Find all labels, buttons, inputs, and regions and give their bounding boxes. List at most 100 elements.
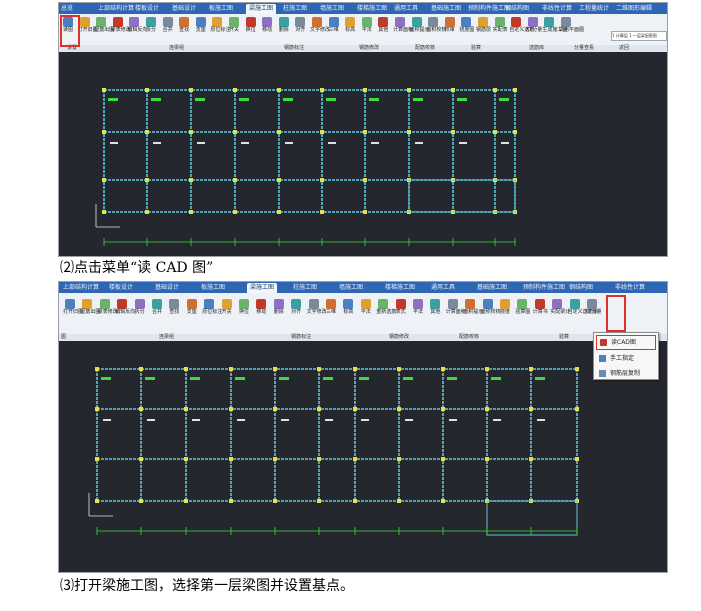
ribbon-tab[interactable]: 基础施工图 — [477, 283, 507, 293]
ribbon-tab[interactable]: 非线性计算 — [542, 4, 572, 14]
ribbon-button[interactable]: 面积提示 — [463, 299, 483, 315]
ribbon-tab[interactable]: 上部结构计算 — [98, 4, 134, 14]
ribbon-button[interactable]: 梁表修改 — [98, 299, 118, 315]
ribbon-tab[interactable]: 钢结构图 — [569, 283, 593, 293]
ribbon-button[interactable]: 其他 — [376, 17, 390, 33]
ribbon-button[interactable]: 面积校核 — [426, 17, 446, 33]
ribbon-tab[interactable]: 工程量统计 — [579, 4, 609, 14]
ribbon-tab[interactable]: 通用工具 — [431, 283, 455, 293]
ribbon-tab[interactable]: 预制构件施工图 — [523, 283, 565, 293]
ribbon-button[interactable]: 计算书 — [533, 299, 548, 315]
ribbon-button[interactable]: 验算图 — [515, 299, 530, 315]
ribbon-button[interactable]: 开关 — [227, 17, 241, 33]
ribbon-button[interactable]: 校审 — [443, 17, 457, 33]
drawing-canvas[interactable] — [59, 341, 667, 572]
ribbon-tab[interactable]: 墙施工图 — [339, 283, 363, 293]
ribbon-button[interactable]: 查找 — [177, 17, 191, 33]
ribbon-button[interactable]: 原位标注 — [202, 299, 222, 315]
ribbon-tab[interactable]: 上部结构计算 — [63, 283, 99, 293]
ribbon-button[interactable]: 合并 — [161, 17, 175, 33]
ribbon-button[interactable]: 原位标注 — [210, 17, 230, 33]
ribbon-button[interactable]: 平法 — [359, 299, 373, 315]
ribbon-button[interactable]: 编辑反向 — [127, 17, 147, 33]
layer-select-input[interactable]: 1 计算层 1 ～层梁配筋图 — [611, 31, 667, 41]
ribbon-group-label: 配筋校核 — [415, 45, 436, 51]
ribbon-button[interactable]: 文字修改 — [310, 17, 330, 33]
ribbon-button-label: 平法 — [361, 27, 372, 33]
ribbon-button[interactable]: 合并 — [150, 299, 164, 315]
ribbon-button[interactable]: 重新选筋 — [376, 299, 396, 315]
ribbon-button[interactable]: 拆分 — [133, 299, 147, 315]
ribbon-tab[interactable]: 柱施工图 — [283, 4, 307, 14]
ribbon-button[interactable]: 计算面积 — [446, 299, 466, 315]
ribbon-button[interactable]: 调用平面图 — [559, 17, 584, 33]
ribbon-button[interactable]: 平法 — [360, 17, 374, 33]
ribbon-button[interactable]: 自定义选筋库 — [567, 299, 598, 315]
ribbon-button[interactable]: 开关 — [220, 299, 234, 315]
ribbon-button[interactable]: 支座 — [185, 299, 199, 315]
ribbon-button[interactable]: 平法 — [411, 299, 425, 315]
ribbon-tab[interactable]: 柱施工图 — [293, 283, 317, 293]
ribbon-button[interactable]: 对齐 — [289, 299, 303, 315]
ribbon-button[interactable]: 换位 — [237, 299, 251, 315]
ribbon-tab[interactable]: 通用工具 — [394, 4, 418, 14]
ribbon-button[interactable]: 三维 — [327, 17, 341, 33]
ribbon-button[interactable]: 文字修改 — [307, 299, 327, 315]
column-mark — [95, 407, 99, 411]
ribbon-button[interactable]: 查找 — [167, 299, 181, 315]
ribbon-button[interactable]: 删除 — [277, 17, 291, 33]
ribbon-tab[interactable]: 楼梯施工图 — [357, 4, 387, 14]
ribbon-button[interactable]: 三维 — [324, 299, 338, 315]
ribbon-button[interactable]: 配筋出图 — [94, 17, 114, 33]
ribbon-tab[interactable]: 钢结构图 — [505, 4, 529, 14]
stair-block — [408, 179, 516, 213]
ribbon-tab[interactable]: 板施工图 — [209, 4, 233, 14]
ribbon-button[interactable]: 实配表 — [493, 17, 508, 33]
ribbon-tab[interactable]: 楼梯施工图 — [385, 283, 415, 293]
ribbon-tab[interactable]: 梁施工图 — [246, 4, 277, 14]
ribbon-button[interactable]: 标高 — [341, 299, 355, 315]
ribbon-tab[interactable]: 基础设计 — [155, 283, 179, 293]
ribbon-button-label: 自定义选筋库 — [567, 309, 598, 315]
ribbon-button[interactable]: 挠度 — [498, 299, 512, 315]
ribbon-button[interactable]: 面积校核 — [481, 299, 501, 315]
ribbon-button[interactable]: 配筋出图 — [80, 299, 100, 315]
ribbon-button[interactable]: 删除 — [272, 299, 286, 315]
ribbon-tab[interactable]: 非线性计算 — [615, 283, 645, 293]
ribbon-button[interactable]: 钢筋层 — [476, 17, 491, 33]
ribbon-button[interactable]: 计算面积 — [393, 17, 413, 33]
ribbon-tab[interactable]: 预制构件施工图 — [468, 4, 510, 14]
ribbon-button[interactable]: XY分量 — [585, 299, 601, 315]
ribbon-button[interactable]: 标高 — [343, 17, 357, 33]
ribbon-tab[interactable]: 楼板设计 — [109, 283, 133, 293]
ribbon-button[interactable]: 编辑反向 — [115, 299, 135, 315]
ribbon-tab[interactable]: 二维图形编辑 — [616, 4, 652, 14]
drawing-canvas[interactable] — [59, 52, 667, 256]
ribbon-tab[interactable]: 梁施工图 — [247, 283, 278, 293]
ribbon-tab[interactable]: 楼板设计 — [135, 4, 159, 14]
ribbon-button[interactable]: 换位 — [244, 17, 258, 33]
ribbon-button[interactable]: 移动 — [260, 17, 274, 33]
ribbon-tab[interactable]: 基础设计 — [172, 4, 196, 14]
ribbon-button[interactable]: 打开旧图 — [63, 299, 83, 315]
ribbon-button[interactable]: 移动 — [254, 299, 268, 315]
ribbon-button[interactable]: 生成施工图 — [542, 17, 567, 33]
ribbon-button[interactable]: 其他 — [428, 299, 442, 315]
ribbon-button[interactable]: 挠度图 — [459, 17, 474, 33]
ribbon-button[interactable]: XY分量 — [526, 17, 542, 33]
ribbon-tab[interactable]: 基础施工图 — [431, 4, 461, 14]
ribbon-tab[interactable]: 板施工图 — [201, 283, 225, 293]
ribbon-tab[interactable]: 墙施工图 — [320, 4, 344, 14]
ribbon-button[interactable]: 实配梁计 — [550, 299, 570, 315]
ribbon-button[interactable]: 面积提示 — [410, 17, 430, 33]
menu-item-manual-assign[interactable]: 手工指定 — [596, 352, 656, 365]
ribbon-button[interactable]: 梁表修改 — [111, 17, 131, 33]
ribbon-button[interactable]: 对齐 — [293, 17, 307, 33]
ribbon-button[interactable]: 自定义选筋 — [509, 17, 534, 33]
ribbon-button[interactable]: 拆分 — [144, 17, 158, 33]
menu-item-copy-rebar-layer[interactable]: 钢筋层复制 — [596, 367, 656, 380]
ribbon-tab[interactable]: 总览 — [61, 4, 73, 14]
ribbon-button[interactable]: 支座 — [194, 17, 208, 33]
menu-item-read-cad[interactable]: 读CAD图 — [596, 335, 656, 350]
ribbon-button[interactable]: 表式 — [394, 299, 408, 315]
